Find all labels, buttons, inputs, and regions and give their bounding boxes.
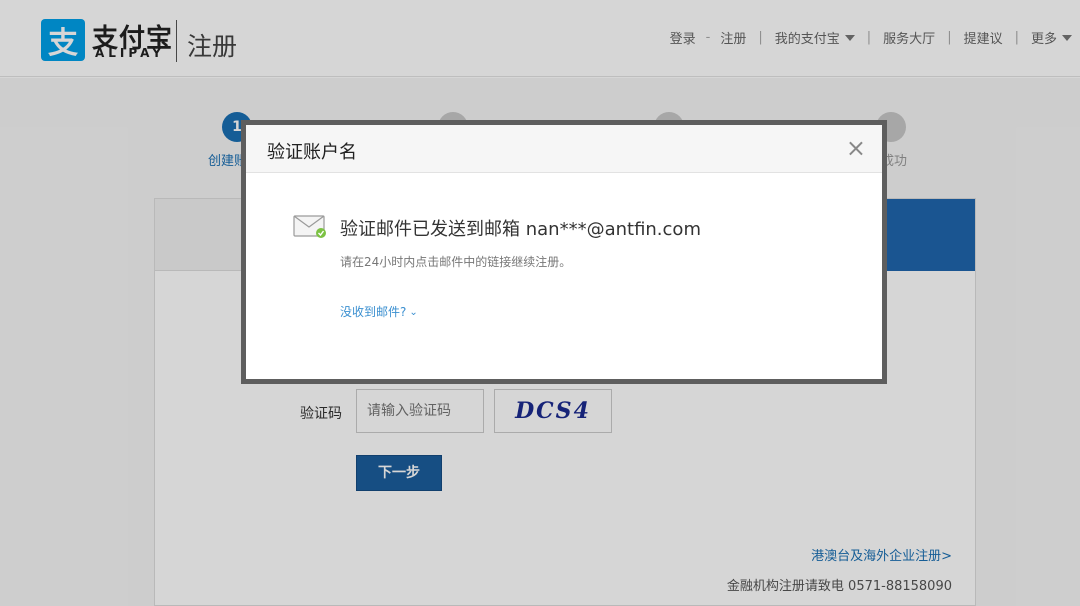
- mail-sent-icon: [293, 215, 326, 238]
- no-mail-received-label: 没收到邮件?: [340, 305, 407, 319]
- email-sent-message: 验证邮件已发送到邮箱 nan***@antfin.com: [340, 219, 701, 240]
- no-mail-received-link[interactable]: 没收到邮件? ⌄: [340, 303, 418, 320]
- double-chevron-down-icon: ⌄: [409, 307, 418, 318]
- verify-account-modal-frame: 验证账户名 × 验证邮件已发送到邮箱 nan***@antfin.com 请在2…: [241, 120, 887, 384]
- modal-title: 验证账户名: [267, 142, 357, 163]
- modal-header: 验证账户名 ×: [246, 125, 882, 173]
- close-icon[interactable]: ×: [846, 134, 866, 162]
- email-sent-hint: 请在24小时内点击邮件中的链接继续注册。: [340, 255, 572, 269]
- verify-account-modal: 验证账户名 × 验证邮件已发送到邮箱 nan***@antfin.com 请在2…: [246, 125, 882, 379]
